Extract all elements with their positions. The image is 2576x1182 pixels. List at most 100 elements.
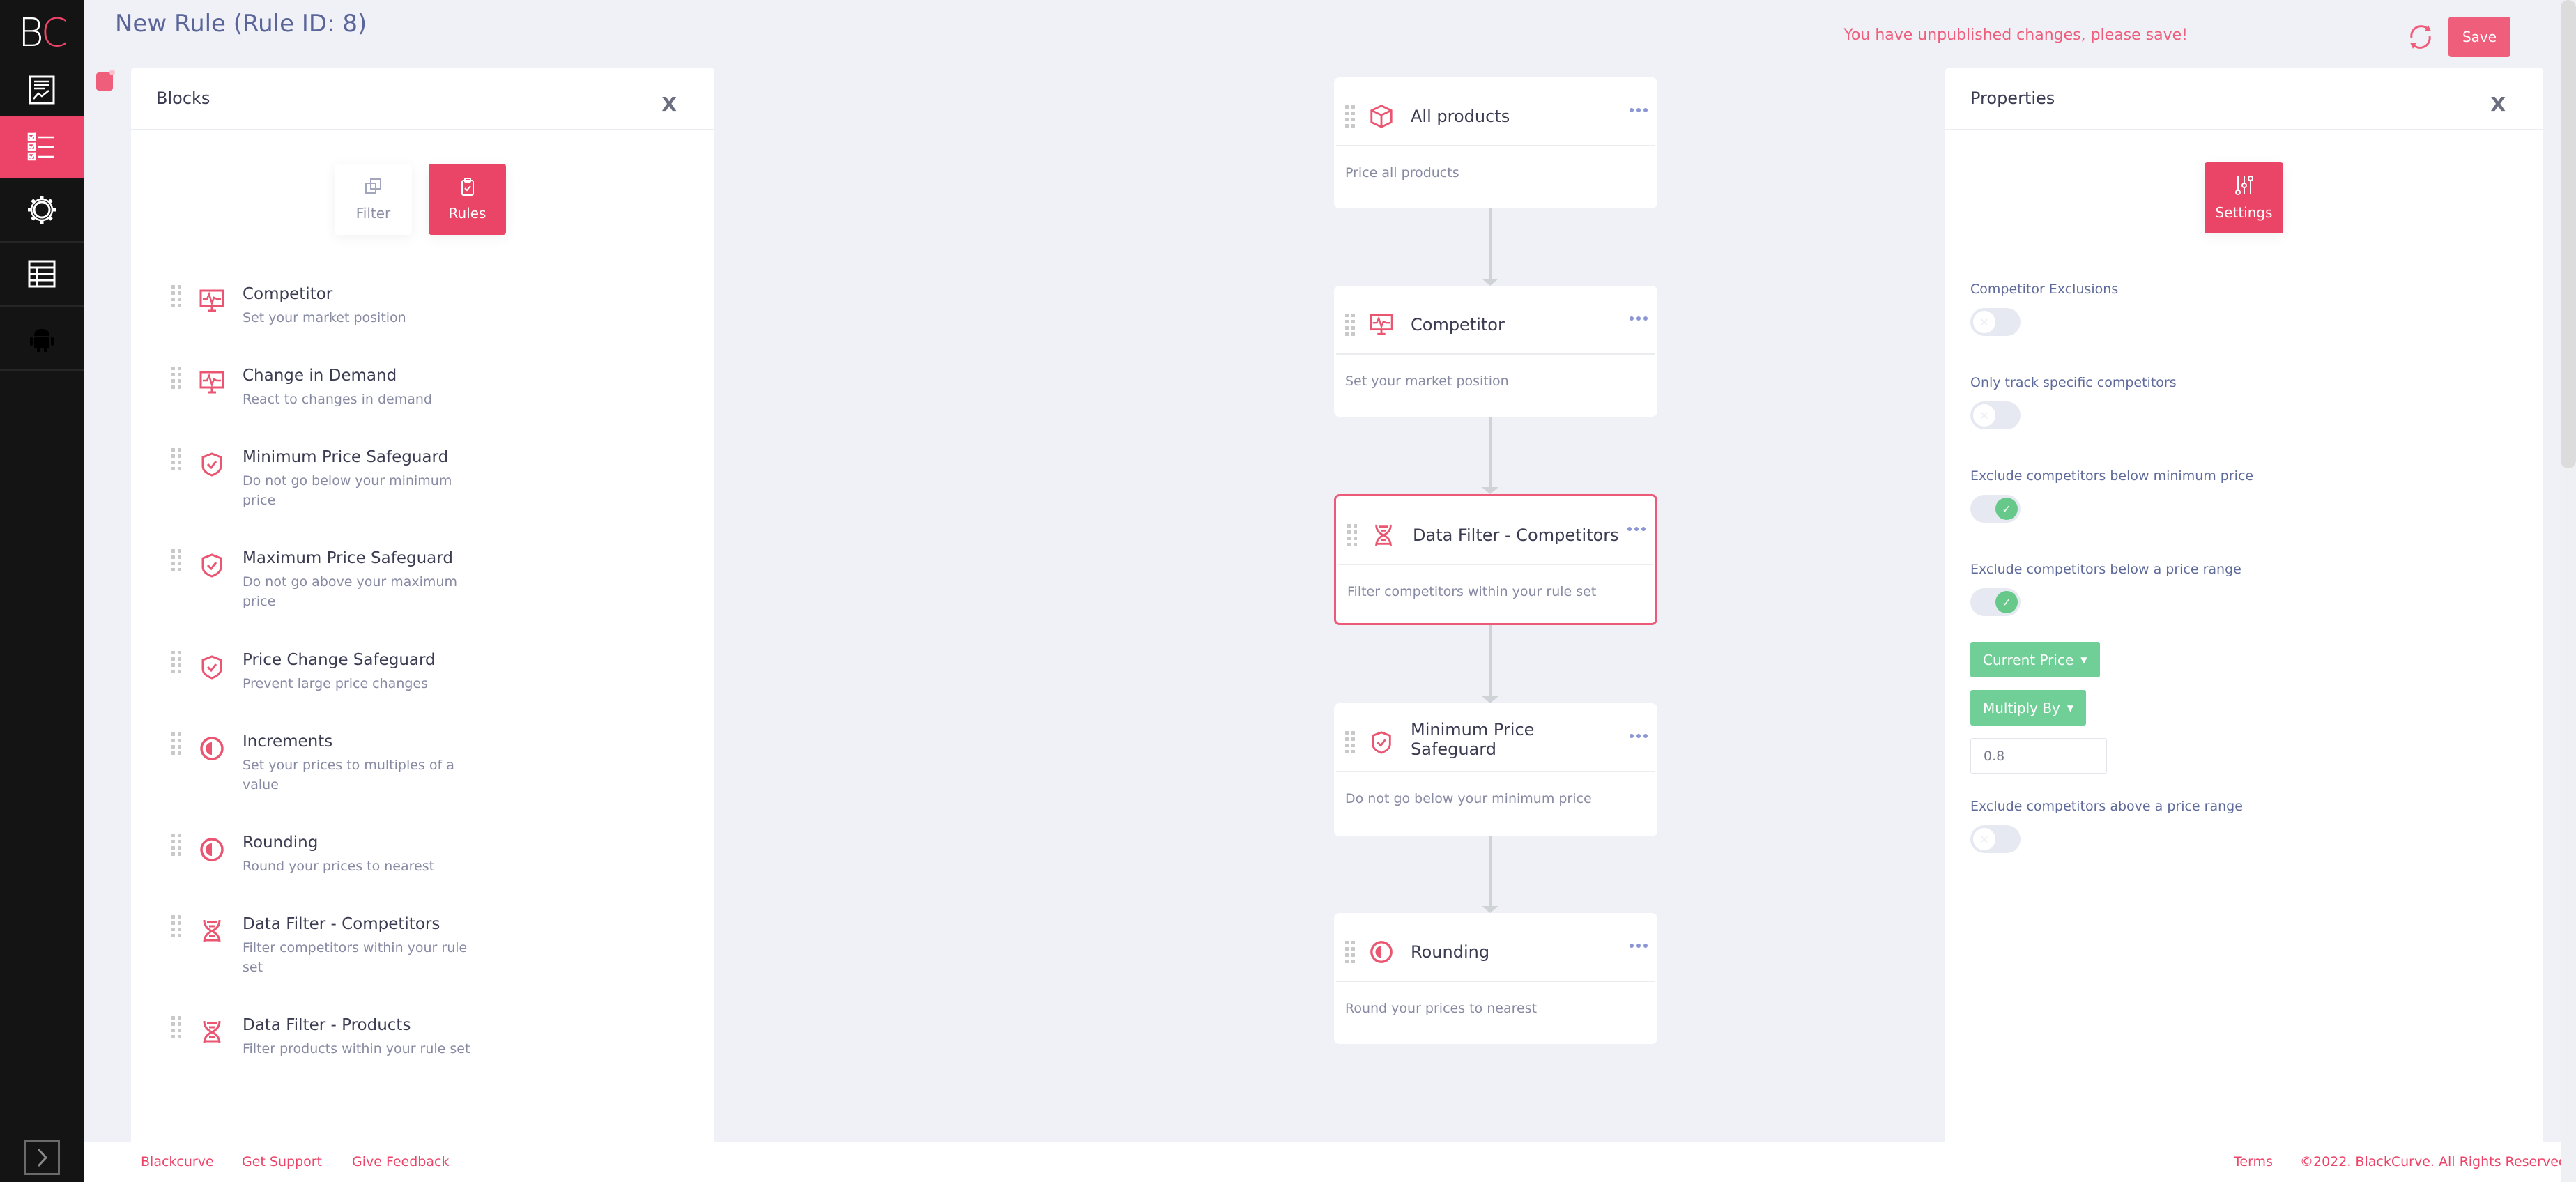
- settings-tab-button[interactable]: Settings: [2205, 162, 2283, 233]
- flow-card-header: All products: [1334, 77, 1657, 146]
- exclude-below-minimum-price-toggle[interactable]: ✓: [1970, 495, 2021, 523]
- dna-icon: [199, 1019, 225, 1045]
- drag-handle[interactable]: [171, 915, 181, 937]
- monitor-pulse-icon: [199, 288, 225, 314]
- drag-handle[interactable]: [1345, 314, 1355, 336]
- footer-link-get-support[interactable]: Get Support: [242, 1154, 322, 1169]
- price-basis-value: Current Price: [1983, 651, 2074, 668]
- block-description: Do not go above your maximum price: [243, 574, 457, 609]
- competitor-exclusions-label: Competitor Exclusions: [1970, 282, 2119, 297]
- flow-card-description: Filter competitors within your rule set: [1347, 584, 1597, 599]
- block-description: Round your prices to nearest: [243, 859, 435, 874]
- more-options-icon[interactable]: [1630, 108, 1648, 114]
- shield-check-icon: [199, 451, 225, 477]
- only-track-specific-competitors-label: Only track specific competitors: [1970, 375, 2177, 390]
- tab-filter[interactable]: Filter: [335, 164, 412, 235]
- sidebar-item-reports[interactable]: [0, 60, 84, 121]
- save-button[interactable]: Save: [2448, 17, 2510, 57]
- chevron-right-icon: [37, 1148, 48, 1167]
- flow-card[interactable]: Competitor Set your market position: [1334, 286, 1657, 417]
- chevron-down-icon: ▼: [2080, 654, 2087, 665]
- logo[interactable]: BC: [0, 0, 84, 66]
- dna-icon: [199, 918, 225, 944]
- sidebar-item-rules[interactable]: [0, 116, 84, 178]
- expand-sidebar-button[interactable]: [24, 1140, 60, 1175]
- drag-handle[interactable]: [171, 285, 181, 307]
- sync-icon[interactable]: [2405, 21, 2437, 53]
- tab-filter-label: Filter: [355, 205, 391, 222]
- exclude-above-price-range-label: Exclude competitors above a price range: [1970, 799, 2243, 814]
- flow-card[interactable]: Minimum Price Safeguard Do not go below y…: [1334, 703, 1657, 836]
- flow-connector: [1489, 836, 1492, 907]
- flow-card-header: Rounding: [1334, 913, 1657, 982]
- check-icon: ✓: [1995, 591, 2018, 613]
- tab-rules[interactable]: Rules: [429, 164, 506, 235]
- footer-link-terms[interactable]: Terms: [2234, 1154, 2273, 1169]
- drag-handle[interactable]: [171, 651, 181, 673]
- shield-check-icon: [199, 654, 225, 680]
- sliders-icon: [2234, 176, 2253, 195]
- block-name: Competitor: [243, 285, 333, 303]
- arrow-down-icon: [1482, 487, 1498, 494]
- arrow-down-icon: [1482, 279, 1498, 286]
- close-icon[interactable]: X: [661, 93, 677, 116]
- block-name: Data Filter - Competitors: [243, 915, 440, 933]
- only-track-specific-competitors-toggle[interactable]: ✕: [1970, 401, 2021, 429]
- footer-link-blackcurve[interactable]: Blackcurve: [141, 1154, 214, 1169]
- sidebar-item-data-table[interactable]: [0, 243, 84, 307]
- close-icon[interactable]: X: [2490, 93, 2506, 116]
- block-name: Maximum Price Safeguard: [243, 549, 453, 567]
- drag-handle[interactable]: [1345, 105, 1355, 128]
- block-description: Filter products within your rule set: [243, 1041, 470, 1057]
- exclude-above-price-range-toggle[interactable]: ✕: [1970, 825, 2021, 853]
- more-options-icon[interactable]: [1630, 944, 1648, 949]
- operation-dropdown[interactable]: Multiply By ▼: [1970, 690, 2087, 726]
- drag-handle[interactable]: [171, 1016, 181, 1038]
- drag-handle[interactable]: [171, 834, 181, 856]
- flow-card[interactable]: Rounding Round your prices to nearest: [1334, 913, 1657, 1044]
- chevron-down-icon: ▼: [2067, 703, 2074, 713]
- drag-handle[interactable]: [1345, 941, 1355, 963]
- sidebar: BC: [0, 0, 84, 1182]
- exclude-below-price-range-toggle[interactable]: ✓: [1970, 588, 2021, 616]
- unpublished-changes-message: You have unpublished changes, please sav…: [1843, 26, 2188, 44]
- drag-handle[interactable]: [171, 367, 181, 389]
- drag-handle[interactable]: [1347, 524, 1357, 546]
- arrow-down-icon: [1482, 696, 1498, 703]
- pin-icon[interactable]: [96, 70, 115, 91]
- sidebar-item-android[interactable]: [0, 307, 84, 371]
- drag-handle[interactable]: [171, 732, 181, 755]
- drag-handle[interactable]: [171, 448, 181, 470]
- exclude-below-minimum-price-label: Exclude competitors below minimum price: [1970, 468, 2254, 484]
- factor-input[interactable]: [1970, 738, 2107, 774]
- block-name: Increments: [243, 732, 333, 751]
- drag-handle[interactable]: [1345, 731, 1355, 753]
- clipboard-check-icon: [461, 178, 474, 196]
- flow-card[interactable]: All products Price all products: [1334, 77, 1657, 208]
- tab-rules-label: Rules: [448, 205, 486, 222]
- block-name: Rounding: [243, 834, 319, 852]
- more-options-icon[interactable]: [1630, 734, 1648, 739]
- block-description: Filter competitors within your rule set: [243, 940, 468, 975]
- flow-card-title: Competitor: [1411, 315, 1505, 335]
- flow-connector: [1489, 417, 1492, 489]
- flow-card-title: All products: [1411, 107, 1510, 126]
- more-options-icon[interactable]: [1630, 316, 1648, 322]
- flow-card-description: Do not go below your minimum price: [1345, 791, 1592, 806]
- sidebar-item-settings[interactable]: [0, 178, 84, 243]
- flow-card-title: Minimum Price Safeguard: [1411, 720, 1535, 759]
- flow-card[interactable]: Data Filter - Competitors Filter competit…: [1334, 494, 1657, 625]
- table-icon: [28, 260, 56, 288]
- footer-link-give-feedback[interactable]: Give Feedback: [352, 1154, 449, 1169]
- arrow-down-icon: [1482, 906, 1498, 913]
- drag-handle[interactable]: [171, 549, 181, 571]
- price-basis-dropdown[interactable]: Current Price ▼: [1970, 642, 2100, 677]
- flow-card-title: Rounding: [1411, 942, 1490, 962]
- checklist-icon: [27, 132, 54, 161]
- settings-label: Settings: [2215, 204, 2273, 221]
- scrollbar-thumb[interactable]: [2561, 0, 2576, 468]
- competitor-exclusions-toggle[interactable]: ✕: [1970, 308, 2021, 336]
- scrollbar[interactable]: [2561, 0, 2576, 1182]
- shield-check-icon: [1369, 730, 1394, 755]
- more-options-icon[interactable]: [1627, 527, 1646, 532]
